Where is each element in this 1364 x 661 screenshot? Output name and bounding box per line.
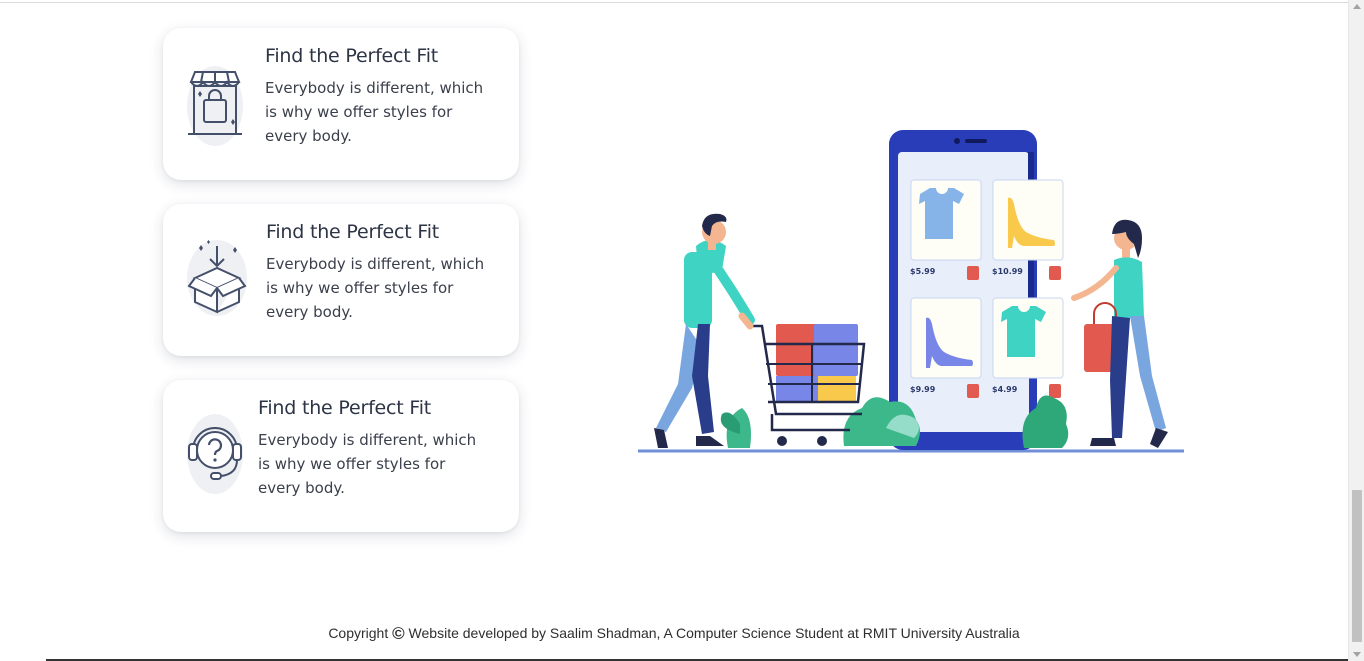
copyright-icon: © [392, 624, 405, 643]
footer: Copyright © Website developed by Saalim … [0, 624, 1348, 644]
woman-graphic [1071, 219, 1168, 448]
top-divider [0, 2, 1348, 3]
scrollbar-thumb[interactable] [1352, 490, 1362, 642]
feature-description: Everybody is different, which is why we … [258, 431, 477, 497]
feature-card: Find the Perfect Fit Everybody is differ… [163, 28, 519, 180]
open-box-icon [185, 236, 249, 326]
price-label: $4.99 [992, 385, 1018, 394]
support-headset-icon [185, 412, 249, 502]
feature-title: Find the Perfect Fit [266, 221, 440, 243]
shop-bag-icon [185, 60, 249, 150]
phone-graphic: $5.99 $10.99 $9.99 $4.99 [889, 130, 1064, 450]
feature-description: Everybody is different, which is why we … [265, 79, 484, 145]
scroll-down-arrow-icon[interactable] [1353, 652, 1361, 657]
feature-title: Find the Perfect Fit [265, 45, 439, 67]
price-label: $10.99 [992, 267, 1023, 276]
feature-description: Everybody is different, which is why we … [266, 255, 485, 321]
footer-credit-text: Website developed by Saalim Shadman, A C… [408, 625, 1020, 641]
shopping-illustration: $5.99 $10.99 $9.99 $4.99 [636, 128, 1186, 458]
feature-title: Find the Perfect Fit [258, 397, 432, 419]
feature-card: Find the Perfect Fit Everybody is differ… [163, 204, 519, 356]
price-label: $9.99 [910, 385, 936, 394]
vertical-scrollbar[interactable] [1348, 0, 1364, 661]
feature-card: Find the Perfect Fit Everybody is differ… [163, 380, 519, 532]
footer-copyright-label: Copyright [328, 625, 389, 641]
price-label: $5.99 [910, 267, 936, 276]
scroll-up-arrow-icon[interactable] [1353, 4, 1361, 9]
